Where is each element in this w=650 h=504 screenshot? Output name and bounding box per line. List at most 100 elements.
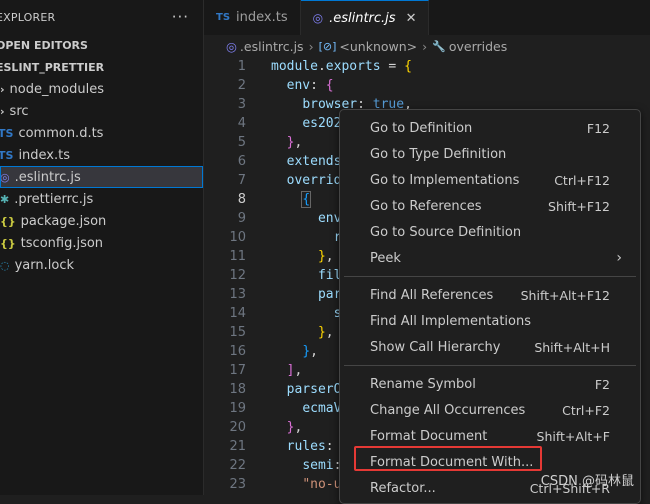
menu-item-label: Go to Type Definition	[370, 146, 507, 162]
tree-item-tsconfig[interactable]: {} tsconfig.json	[0, 232, 203, 254]
breadcrumb-file[interactable]: .eslintrc.js	[240, 39, 304, 54]
line-number: 8	[237, 192, 246, 207]
line-number: 23	[229, 477, 246, 492]
chevron-right-icon: ›	[0, 82, 5, 96]
tree-item-label: package.json	[20, 213, 107, 229]
menu-item-label: Rename Symbol	[370, 376, 476, 392]
tree-item-eslintrc[interactable]: ◎ .eslintrc.js	[0, 166, 203, 188]
typescript-file-icon: TS	[0, 126, 14, 140]
line-number: 10	[229, 230, 246, 245]
menu-item-label: Go to References	[370, 198, 482, 214]
line-number: 3	[237, 97, 246, 112]
tree-item-src[interactable]: › src	[0, 100, 203, 122]
open-editors-section[interactable]: OPEN EDITORS	[0, 34, 203, 56]
line-number: 20	[229, 420, 246, 435]
line-number: 2	[237, 78, 246, 93]
explorer-sidebar: EXPLORER ··· OPEN EDITORS ESLINT_PRETTIE…	[0, 0, 204, 495]
watermark: CSDN @码林鼠	[540, 474, 634, 489]
code-line: 1 module.exports = {	[204, 57, 650, 76]
tree-item-index-ts[interactable]: TS index.ts	[0, 144, 203, 166]
tree-item-common-d-ts[interactable]: TS common.d.ts	[0, 122, 203, 144]
chevron-right-icon: ›	[0, 104, 5, 118]
menu-item-label: Go to Definition	[370, 120, 473, 136]
wrench-icon: 🔧	[432, 39, 446, 53]
editor-tab-bar: TS index.ts ◎ .eslintrc.js ✕	[204, 0, 650, 35]
line-number: 7	[237, 173, 246, 188]
tree-item-label: src	[9, 103, 29, 119]
json-file-icon: {}	[0, 214, 16, 228]
menu-item-label: Format Document	[370, 428, 488, 444]
line-number: 16	[229, 344, 246, 359]
explorer-title: EXPLORER	[0, 10, 56, 24]
tree-item-package-json[interactable]: {} package.json	[0, 210, 203, 232]
tab-label: index.ts	[236, 10, 288, 25]
line-number: 5	[237, 135, 246, 150]
tree-item-label: node_modules	[9, 81, 104, 97]
menu-find-all-implementations[interactable]: Find All Implementations	[344, 308, 636, 334]
tree-item-node-modules[interactable]: › node_modules	[0, 78, 203, 100]
tab-label: .eslintrc.js	[329, 10, 396, 26]
context-menu: Go to Definition F12 Go to Type Definiti…	[339, 109, 641, 504]
project-folder-section[interactable]: ESLINT_PRETTIER	[0, 56, 203, 78]
eslint-file-icon: ◎	[226, 38, 237, 54]
line-number: 1	[237, 59, 246, 74]
line-number: 22	[229, 458, 246, 473]
menu-find-all-references[interactable]: Find All References Shift+Alt+F12	[344, 282, 636, 308]
highlight-annotation-box	[354, 446, 542, 471]
line-number: 13	[229, 287, 246, 302]
menu-item-shortcut: Shift+F12	[548, 198, 610, 214]
breadcrumb-symbol-unknown[interactable]: <unknown>	[339, 39, 417, 54]
close-icon[interactable]: ✕	[406, 11, 417, 26]
menu-item-label: Peek	[370, 250, 401, 266]
breadcrumb-separator: ›	[422, 38, 428, 54]
line-number: 14	[229, 306, 246, 321]
menu-go-to-source-definition[interactable]: Go to Source Definition	[344, 219, 636, 245]
menu-go-to-type-definition[interactable]: Go to Type Definition	[344, 141, 636, 167]
line-number: 17	[229, 363, 246, 378]
tree-item-label: .eslintrc.js	[14, 169, 81, 185]
line-number: 19	[229, 401, 246, 416]
breadcrumb-symbol-overrides[interactable]: overrides	[449, 39, 507, 54]
menu-item-label: Go to Implementations	[370, 172, 520, 188]
menu-rename-symbol[interactable]: Rename Symbol F2	[344, 371, 636, 397]
prettier-file-icon: ✱	[0, 192, 10, 206]
variable-icon: [⊘]	[318, 39, 337, 53]
tree-item-label: common.d.ts	[18, 125, 104, 141]
tree-item-prettierrc[interactable]: ✱ .prettierrc.js	[0, 188, 203, 210]
typescript-file-icon: TS	[0, 148, 14, 162]
tab-index-ts[interactable]: TS index.ts	[204, 0, 301, 35]
line-number: 11	[229, 249, 246, 264]
menu-item-label: Find All References	[370, 287, 494, 303]
eslint-file-icon: ◎	[312, 11, 324, 25]
menu-item-label: Show Call Hierarchy	[370, 339, 501, 355]
menu-separator	[344, 276, 636, 277]
more-actions-icon[interactable]: ···	[172, 8, 193, 26]
line-number: 6	[237, 154, 246, 169]
tab-eslintrc[interactable]: ◎ .eslintrc.js ✕	[300, 0, 430, 35]
menu-show-call-hierarchy[interactable]: Show Call Hierarchy Shift+Alt+H	[344, 334, 636, 360]
typescript-file-icon: TS	[216, 12, 231, 23]
menu-item-shortcut: Shift+Alt+F12	[520, 287, 610, 303]
json-file-icon: {}	[0, 236, 16, 250]
line-number: 15	[229, 325, 246, 340]
breadcrumb: ◎ .eslintrc.js › [⊘] <unknown> › 🔧 overr…	[204, 35, 650, 57]
menu-peek[interactable]: Peek ›	[344, 245, 636, 271]
code-line: 2 env: {	[204, 76, 650, 95]
menu-go-to-definition[interactable]: Go to Definition F12	[344, 115, 636, 141]
menu-item-label: Refactor...	[370, 480, 436, 496]
breadcrumb-separator: ›	[308, 38, 314, 54]
menu-item-shortcut: F2	[594, 376, 610, 392]
tree-item-label: tsconfig.json	[20, 235, 104, 251]
eslint-file-icon: ◎	[0, 170, 10, 184]
yarn-file-icon: ◌	[0, 258, 10, 272]
menu-change-all-occurrences[interactable]: Change All Occurrences Ctrl+F2	[344, 397, 636, 423]
line-number: 21	[229, 439, 246, 454]
line-number: 12	[229, 268, 246, 283]
menu-go-to-implementations[interactable]: Go to Implementations Ctrl+F12	[344, 167, 636, 193]
menu-item-label: Change All Occurrences	[370, 402, 526, 418]
tree-item-yarn-lock[interactable]: ◌ yarn.lock	[0, 254, 203, 276]
menu-separator	[344, 365, 636, 366]
menu-go-to-references[interactable]: Go to References Shift+F12	[344, 193, 636, 219]
menu-item-shortcut: Ctrl+F2	[562, 402, 610, 418]
menu-item-shortcut: F12	[586, 120, 610, 136]
